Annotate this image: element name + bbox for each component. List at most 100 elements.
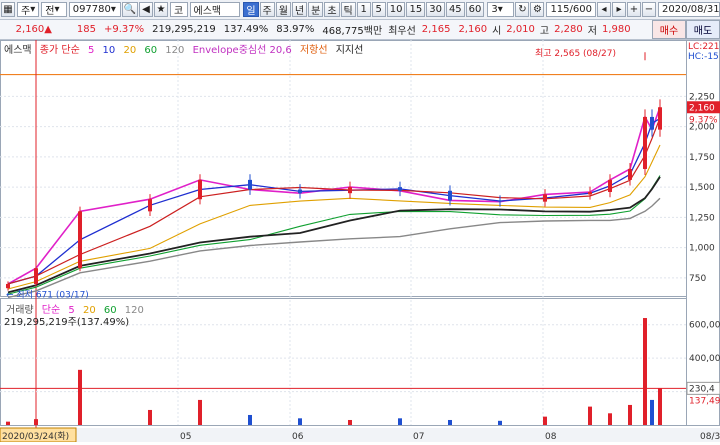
period-button-틱[interactable]: 틱: [340, 2, 356, 17]
volume-bar: [398, 418, 402, 425]
volume-bar: [628, 404, 632, 425]
chart-area[interactable]: 2,250 2,000 1,750 1,500 1,250 1,000 750 05 06 07 0…: [0, 40, 720, 443]
period-button-초[interactable]: 초: [324, 2, 340, 17]
volume-bar: [608, 413, 612, 425]
lc-label: LC:221: [688, 42, 720, 52]
volume-ratio-label: 137,49: [689, 396, 720, 406]
candle-body: [348, 187, 352, 194]
volume-tag-label: 230,4: [689, 384, 715, 394]
candle-body: [588, 191, 592, 195]
best-ask-label: 최우선: [388, 26, 416, 37]
hc-label: HC:-15: [688, 52, 719, 62]
volume-bar: [643, 318, 647, 425]
settings-icon[interactable]: ⚙: [530, 2, 545, 17]
volume-bar: [543, 416, 547, 425]
period-button-년[interactable]: 년: [291, 2, 308, 17]
candle-body: [248, 179, 252, 190]
period-button-10[interactable]: 10: [386, 2, 406, 17]
trade-amount: 468,775백만: [322, 26, 383, 37]
period-button-일[interactable]: 일: [243, 2, 259, 17]
volume-bar: [448, 419, 452, 425]
price-tick-label: 1,250: [689, 213, 715, 223]
prev-stock-icon[interactable]: ◀: [138, 2, 153, 17]
month-tick-label: 07: [413, 432, 424, 442]
volume-bar: [78, 369, 82, 425]
date-field[interactable]: 2020/08/31: [657, 2, 720, 17]
candle-body: [148, 199, 152, 212]
volume-bar: [148, 409, 152, 425]
code-input[interactable]: 097780 ▾: [68, 2, 122, 17]
candle-body: [448, 190, 452, 201]
candle-body: [658, 107, 662, 130]
legend-ma20[interactable]: 20: [123, 45, 136, 56]
crosshair-date-label: 2020/03/24(화): [2, 431, 69, 442]
candle-body: [198, 179, 202, 200]
period-button-30[interactable]: 30: [426, 2, 445, 17]
interval-select[interactable]: 3 ▾: [487, 2, 515, 17]
period-button-월[interactable]: 월: [275, 2, 291, 17]
legend-ma120[interactable]: 120: [165, 45, 184, 56]
market-label: 코: [169, 2, 188, 17]
price-tick-label: 2,250: [689, 92, 715, 102]
legend-ma60[interactable]: 60: [144, 45, 157, 56]
candle-body: [34, 268, 38, 284]
period-button-주[interactable]: 주: [259, 2, 275, 17]
price-tick-label: 1,500: [689, 183, 715, 193]
current-price: 2,160▲: [15, 24, 52, 35]
legend-ma5[interactable]: 5: [88, 45, 94, 56]
zoom-in-icon[interactable]: +: [626, 2, 641, 17]
volume-tick-label: 600,000: [689, 321, 720, 331]
period-button-15[interactable]: 15: [406, 2, 426, 17]
buy-button[interactable]: 매수: [652, 20, 686, 39]
period-button-60[interactable]: 60: [465, 2, 485, 17]
price-tick-label: 1,750: [689, 153, 715, 163]
high-price: 2,280: [554, 24, 583, 35]
page-next-icon[interactable]: ▸: [611, 2, 626, 17]
high-label: 고: [539, 26, 550, 37]
candle-body: [608, 179, 612, 192]
chart-canvas[interactable]: 2,2502,0001,7501,5001,2501,00075005 06 07 0…: [0, 40, 720, 443]
candle-body: [78, 211, 82, 269]
volume-bar: [498, 420, 502, 425]
legend-envelope[interactable]: Envelope중심선 20,6: [193, 45, 292, 56]
search-icon[interactable]: 🔍: [122, 2, 138, 17]
volume-bar: [298, 418, 302, 425]
low-price: 1,980: [601, 24, 631, 35]
month-tick-label: 08/31: [700, 432, 720, 442]
legend-resistance[interactable]: 저항선: [300, 45, 328, 56]
best-ask: 2,165: [421, 24, 451, 35]
month-tick-label: 08: [545, 432, 557, 442]
candle-body: [498, 200, 502, 202]
best-bid: 2,160: [458, 24, 488, 35]
period-button-45[interactable]: 45: [445, 2, 465, 17]
volume-bar: [248, 414, 252, 425]
price-tick-label: 1,000: [689, 244, 715, 254]
legend-support[interactable]: 지지선: [336, 45, 364, 56]
high-marker-label: 최고 2,565 (08/27): [535, 48, 616, 59]
volume-value: 219,295,219주(137.49%): [4, 317, 130, 328]
page-prev-icon[interactable]: ◂: [596, 2, 611, 17]
menu-icon[interactable]: ▦: [1, 2, 15, 17]
candle-body: [543, 194, 547, 202]
volume-tick-label: 400,000: [689, 354, 720, 364]
mode-select[interactable]: 전 ▾: [41, 2, 67, 17]
favorite-icon[interactable]: ★: [153, 2, 168, 17]
volume-bar: [658, 388, 662, 425]
low-marker-label: ← 최저 671 (03/17): [6, 289, 89, 300]
zoom-out-icon[interactable]: −: [641, 2, 656, 17]
menu-select[interactable]: 주 ▾: [17, 2, 40, 17]
refresh-icon[interactable]: ↻: [515, 2, 530, 17]
period-button-5[interactable]: 5: [371, 2, 386, 17]
candle-body: [298, 189, 302, 194]
open-price: 2,010: [506, 24, 535, 35]
counter: 115/600: [546, 2, 596, 17]
volume-ratio: 137.49%: [223, 24, 269, 35]
volume-bar: [348, 419, 352, 425]
period-button-분[interactable]: 분: [308, 2, 324, 17]
period-button-1[interactable]: 1: [356, 2, 371, 17]
month-tick-label: 06: [292, 432, 304, 442]
legend-ma10[interactable]: 10: [103, 45, 116, 56]
legend-ma-label: 종가 단순: [39, 45, 80, 56]
candle-body: [6, 283, 10, 289]
sell-button[interactable]: 매도: [686, 20, 720, 39]
